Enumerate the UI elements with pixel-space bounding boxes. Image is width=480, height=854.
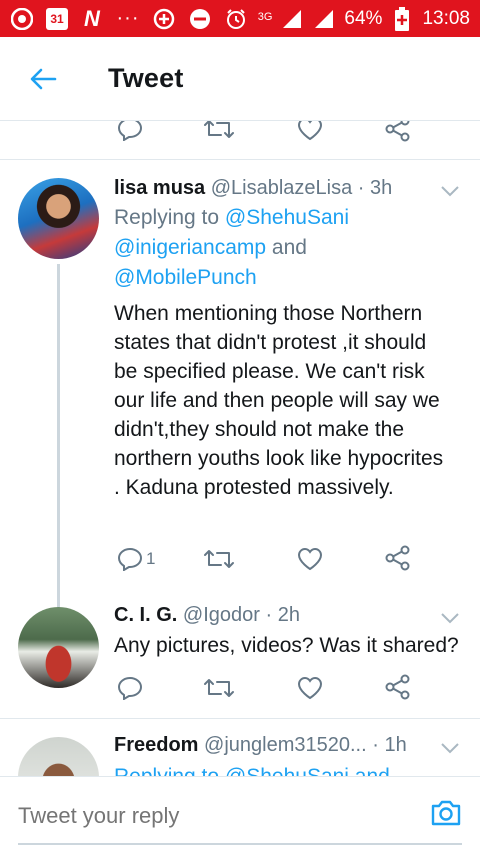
reply-icon	[117, 121, 143, 141]
reply-button[interactable]: 1	[117, 543, 155, 575]
mention-link[interactable]: @inigeriancamp	[114, 236, 266, 259]
avatar[interactable]	[18, 607, 99, 688]
chevron-down-icon[interactable]	[440, 184, 460, 198]
tweet-time: 3h	[370, 177, 393, 199]
replying-to-prefix: Replying to	[114, 206, 225, 229]
retweet-button[interactable]	[203, 543, 235, 575]
reply-icon	[117, 676, 143, 700]
more-dots-icon: ···	[116, 7, 140, 29]
author-handle[interactable]: @junglem31520...	[204, 734, 367, 756]
dnd-icon	[188, 7, 212, 31]
reply-icon	[117, 547, 143, 571]
separator-dot: ·	[259, 604, 278, 626]
retweet-button[interactable]	[203, 672, 235, 704]
tweet-header: C. I. G. @Igodor · 2h	[114, 604, 430, 627]
status-bar: 31 N ··· 3G 64% 13:08	[0, 0, 480, 37]
retweet-button[interactable]	[203, 121, 235, 145]
back-button[interactable]	[0, 37, 86, 121]
separator-dot: ·	[352, 177, 371, 199]
chrome-icon	[10, 7, 34, 31]
signal-2-icon	[312, 7, 336, 31]
arrow-left-icon	[30, 68, 57, 89]
heart-icon	[297, 121, 323, 141]
input-underline	[18, 843, 462, 845]
mention-link[interactable]: @MobilePunch	[114, 266, 257, 289]
tweet-header: Freedom @junglem31520... · 1h	[114, 734, 430, 757]
heart-icon	[297, 676, 323, 700]
battery-percent: 64%	[344, 7, 383, 29]
share-button[interactable]	[385, 121, 411, 145]
divider	[0, 159, 480, 160]
share-icon	[385, 121, 410, 142]
clock: 13:08	[422, 7, 470, 29]
author-name[interactable]: Freedom	[114, 734, 198, 756]
like-button[interactable]	[297, 543, 323, 575]
thread-line	[57, 264, 60, 610]
author-name[interactable]: lisa musa	[114, 177, 205, 199]
chevron-down-icon[interactable]	[440, 611, 460, 625]
tweet-text: Any pictures, videos? Was it shared?	[114, 634, 459, 657]
tweet-time: 2h	[277, 604, 300, 626]
author-handle[interactable]: @Igodor	[183, 604, 260, 626]
share-icon	[385, 545, 410, 571]
timeline[interactable]: lisa musa @LisablazeLisa · 3h Replying t…	[0, 121, 480, 776]
page-title: Tweet	[108, 63, 184, 93]
retweet-icon	[204, 550, 234, 568]
share-button[interactable]	[385, 542, 411, 574]
signal-icon	[280, 7, 304, 31]
tweet-header: lisa musa @LisablazeLisa · 3h	[114, 177, 430, 200]
chevron-down-icon[interactable]	[440, 741, 460, 755]
separator-dot: ·	[366, 734, 385, 756]
divider	[0, 718, 480, 719]
tweet-text: When mentioning those Northern states th…	[114, 302, 444, 499]
heart-icon	[297, 547, 323, 571]
tweet-time: 1h	[384, 734, 407, 756]
reply-button[interactable]	[117, 672, 143, 704]
reply-count: 1	[146, 549, 156, 568]
replying-to-and: and	[266, 236, 307, 259]
retweet-icon	[204, 679, 234, 697]
share-button[interactable]	[385, 671, 411, 703]
author-handle[interactable]: @LisablazeLisa	[211, 177, 353, 199]
camera-icon[interactable]	[430, 799, 462, 827]
replying-to: Replying to @ShehuSani and	[114, 762, 460, 776]
network-type: 3G	[257, 10, 273, 23]
retweet-icon	[204, 121, 234, 138]
alarm-icon	[224, 7, 248, 31]
calendar-icon: 31	[46, 7, 68, 30]
battery-icon	[390, 6, 414, 31]
reply-input[interactable]	[18, 803, 418, 829]
app-bar: Tweet	[0, 37, 480, 121]
reply-composer	[0, 776, 480, 854]
like-button[interactable]	[297, 672, 323, 704]
replying-to: Replying to @ShehuSani @inigeriancamp an…	[114, 203, 460, 293]
avatar[interactable]	[18, 737, 99, 776]
mention-link[interactable]: @ShehuSani	[225, 206, 349, 229]
data-saver-icon	[152, 7, 176, 31]
news-icon: N	[84, 5, 100, 31]
reply-button[interactable]	[117, 121, 143, 145]
share-icon	[385, 674, 410, 700]
avatar[interactable]	[18, 178, 99, 259]
author-name[interactable]: C. I. G.	[114, 604, 177, 626]
like-button[interactable]	[297, 121, 323, 145]
